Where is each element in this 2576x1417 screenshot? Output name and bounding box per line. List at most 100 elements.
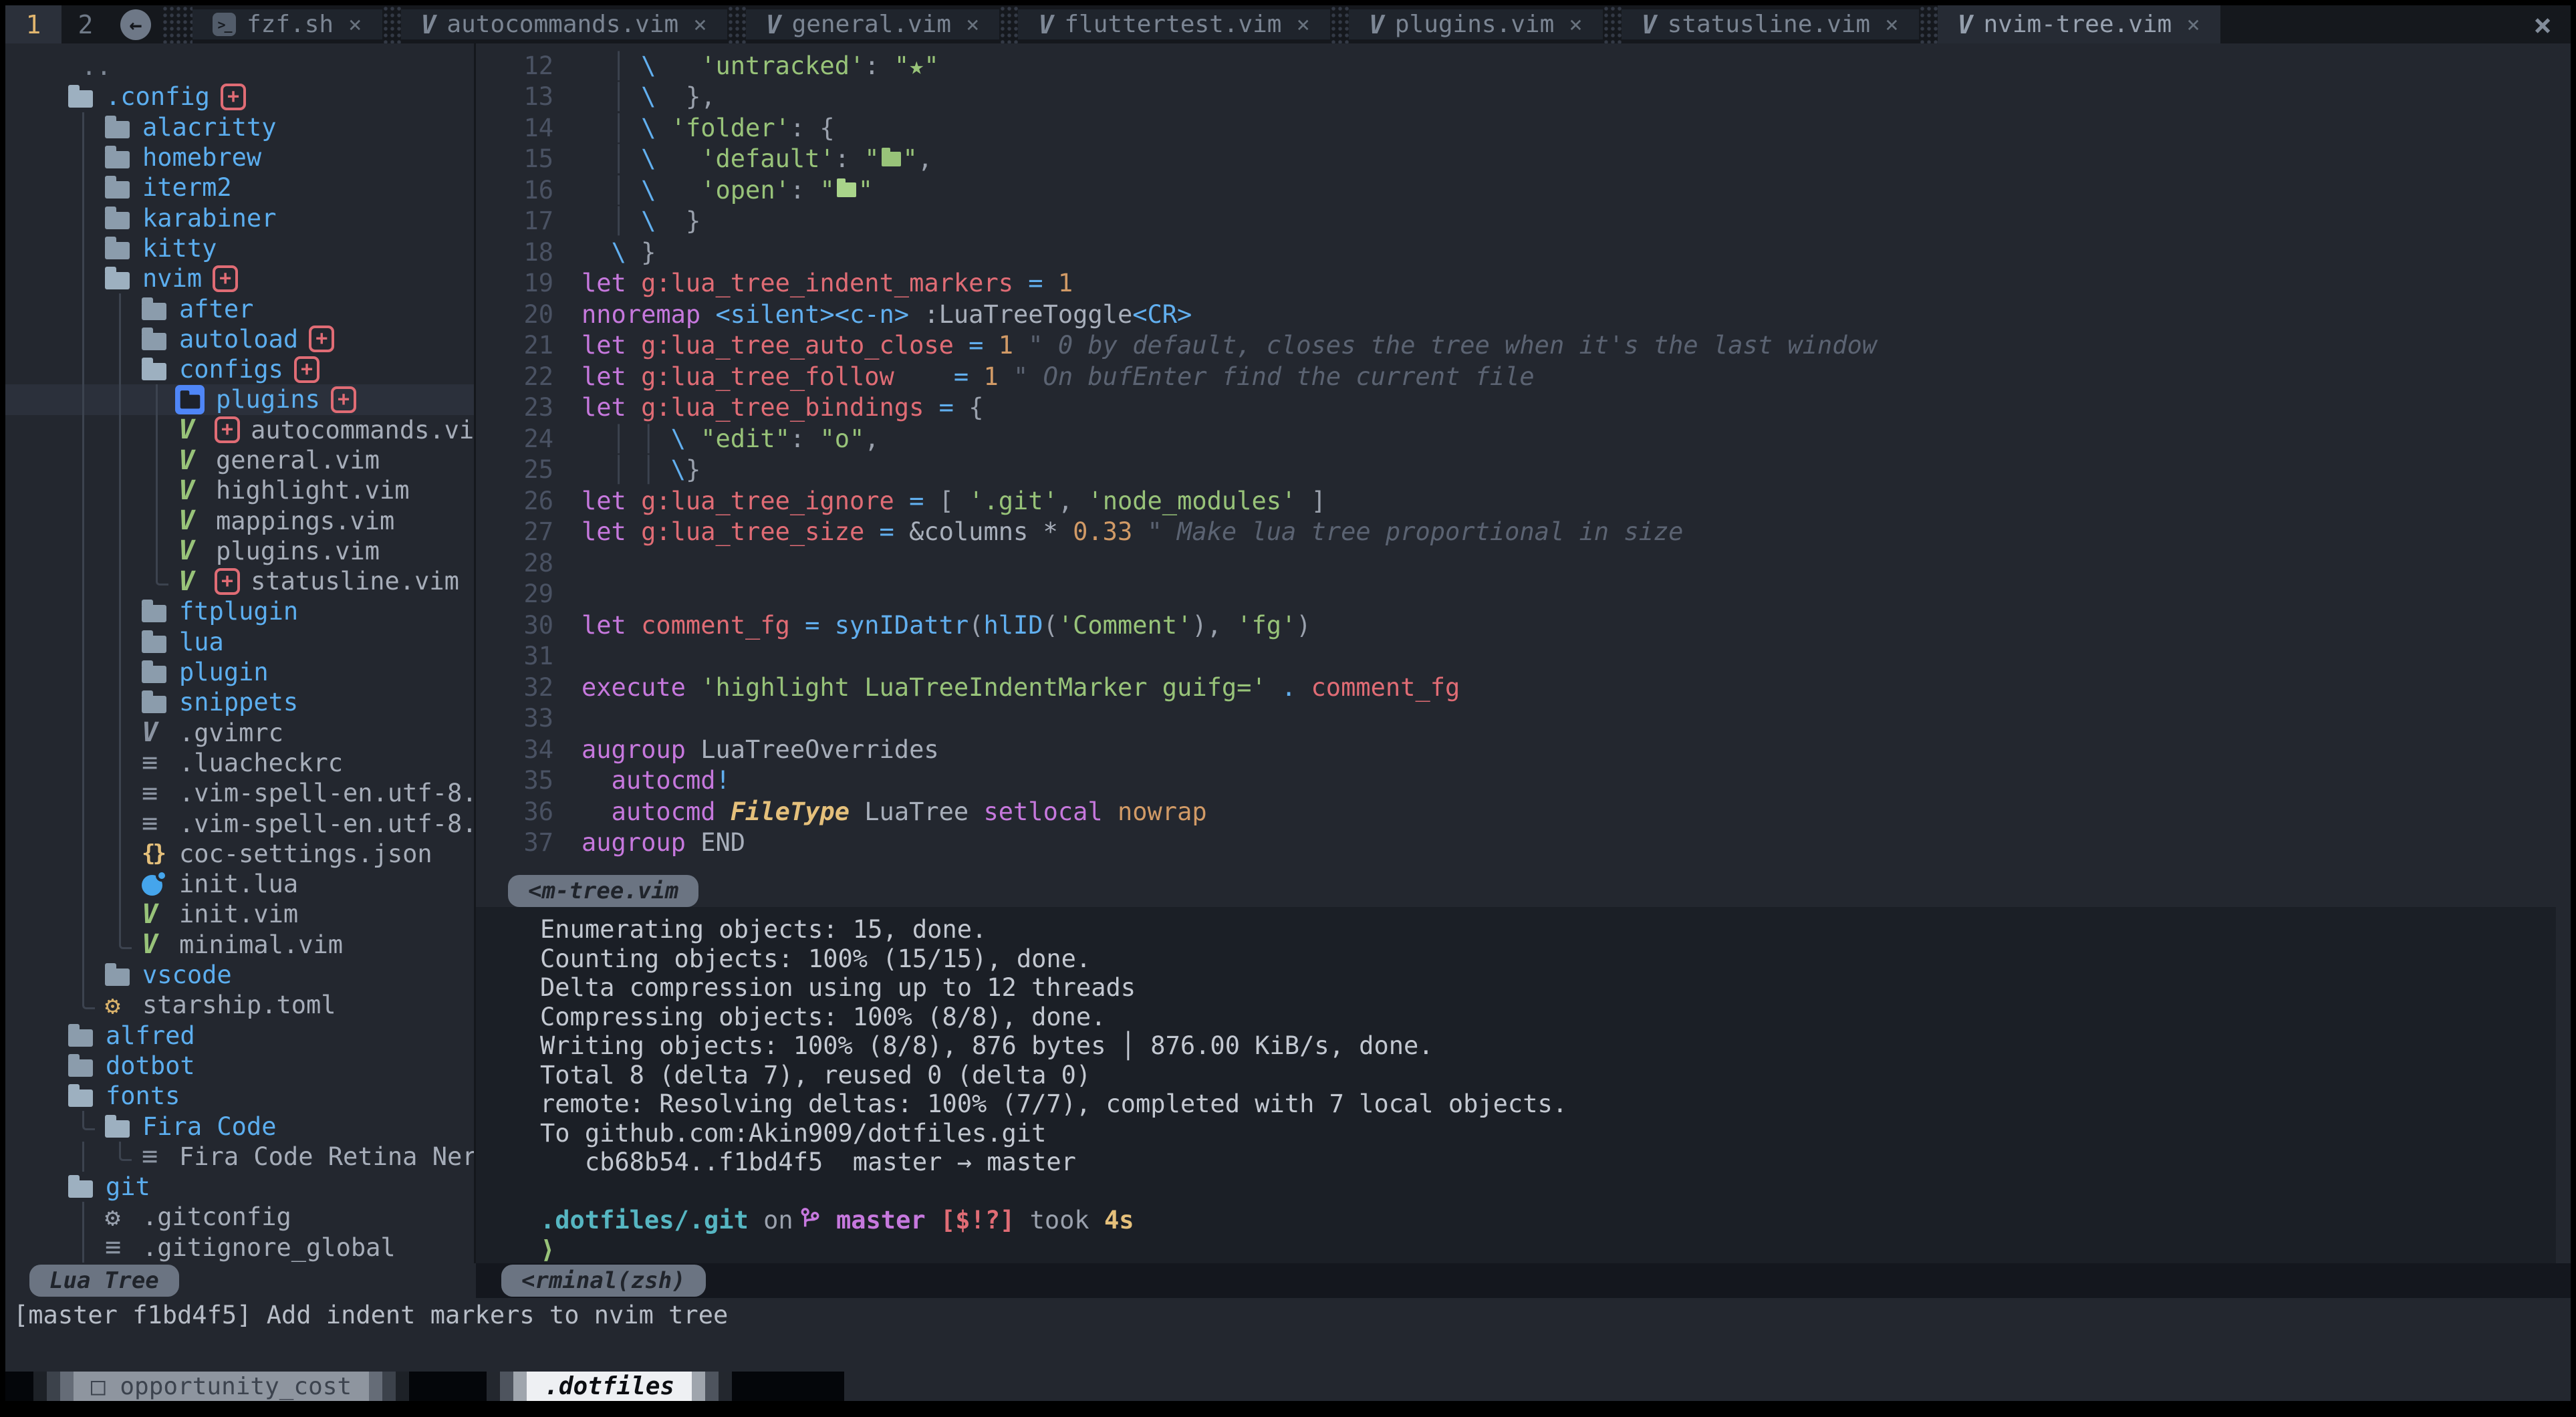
tree-item-lua[interactable]: lua: [5, 627, 474, 657]
tree-item-dotbot[interactable]: dotbot: [5, 1051, 474, 1081]
lua-file-icon: [142, 875, 162, 896]
git-status-badge: +: [213, 265, 238, 292]
tree-item-kitty[interactable]: kitty: [5, 233, 474, 263]
tree-item-coc-settings.json[interactable]: {}coc-settings.json: [5, 839, 474, 869]
tree-item-parent-dir[interactable]: ..: [5, 51, 474, 82]
tree-item-configs[interactable]: configs+: [5, 354, 474, 384]
tree-item-label: lua: [179, 628, 224, 656]
tree-item-starship.toml[interactable]: ⚙starship.toml: [5, 990, 474, 1020]
tree-indent-guide: [68, 475, 105, 505]
tree-item-mappings.vim[interactable]: Vmappings.vim: [5, 505, 474, 535]
tree-item-Fira Code[interactable]: Fira Code: [5, 1111, 474, 1141]
tab-fluttertest.vim[interactable]: Vfluttertest.vim×: [1018, 9, 1329, 39]
tab-general.vim[interactable]: Vgeneral.vim×: [746, 9, 1000, 39]
tree-item-autoload[interactable]: autoload+: [5, 324, 474, 354]
tree-item-iterm2[interactable]: iterm2: [5, 172, 474, 203]
tree-item-snippets[interactable]: snippets: [5, 687, 474, 717]
tree-indent-guide: [68, 112, 105, 142]
tree-item-label: .vim-spell-en.utf-8.: [179, 779, 476, 807]
tab-statusline.vim[interactable]: Vstatusline.vim×: [1622, 9, 1919, 39]
tree-item-ftplugin[interactable]: ftplugin: [5, 596, 474, 626]
tree-item-label: kitty: [142, 234, 217, 263]
tree-item-.config[interactable]: .config+: [5, 82, 474, 112]
line-number: 19: [476, 269, 582, 297]
tree-item-.gitconfig[interactable]: ⚙.gitconfig: [5, 1202, 474, 1232]
fade-stripe: [705, 1372, 719, 1401]
line-number: 22: [476, 362, 582, 391]
tree-indent-guide: [68, 960, 105, 990]
tree-item-homebrew[interactable]: homebrew: [5, 142, 474, 172]
tab-autocommands.vim[interactable]: Vautocommands.vim×: [401, 9, 727, 39]
terminal-output-line: Counting objects: 100% (15/15), done.: [540, 944, 2556, 974]
tree-item-alfred[interactable]: alfred: [5, 1021, 474, 1051]
tree-item-label: minimal.vim: [179, 930, 343, 959]
tmux-window-opportunity_cost[interactable]: □ opportunity_cost: [33, 1372, 409, 1401]
back-arrow-icon[interactable]: ←: [120, 9, 151, 40]
tree-item-plugins[interactable]: plugins+: [5, 384, 474, 414]
json-file-icon: {}: [142, 840, 164, 867]
tree-item-after[interactable]: after: [5, 293, 474, 324]
line-number: 30: [476, 611, 582, 640]
tree-item-.gvimrc[interactable]: V.gvimrc: [5, 718, 474, 748]
tab-close-icon[interactable]: ×: [348, 11, 362, 38]
tree-item-init.lua[interactable]: init.lua: [5, 869, 474, 899]
tab-close-icon[interactable]: ×: [1885, 11, 1898, 38]
code-editor[interactable]: 12 │ \ 'untracked': "★"13 │ \ },14 │ \ '…: [476, 43, 2571, 872]
tree-item-.vim-spell-en.utf-8.[interactable]: ≡.vim-spell-en.utf-8.: [5, 808, 474, 838]
tree-item-plugin[interactable]: plugin: [5, 657, 474, 687]
tree-item-git[interactable]: git: [5, 1172, 474, 1202]
tmux-window-2-indicator[interactable]: 2: [61, 5, 110, 43]
tab-plugins.vim[interactable]: Vplugins.vim×: [1349, 9, 1603, 39]
code-line-20: 20nnoremap <silent><c-n> :LuaTreeToggle<…: [476, 299, 2571, 330]
tmux-window-1-indicator[interactable]: 1: [5, 5, 61, 43]
vim-file-icon: V: [178, 414, 195, 445]
terminal-split[interactable]: Enumerating objects: 15, done.Counting o…: [476, 907, 2556, 1263]
folder-open-icon: [68, 1089, 93, 1107]
tree-icon-cell: V: [142, 717, 178, 748]
tree-item-label: configs: [179, 355, 283, 384]
tree-item-.vim-spell-en.utf-8.[interactable]: ≡.vim-spell-en.utf-8.: [5, 778, 474, 808]
code-line-18: 18 \ }: [476, 237, 2571, 268]
tree-item-minimal.vim[interactable]: Vminimal.vim: [5, 930, 474, 960]
tab-close-icon[interactable]: ×: [966, 11, 979, 38]
tab-close-icon[interactable]: ×: [1569, 11, 1582, 38]
close-icon[interactable]: ×: [2533, 7, 2552, 43]
tree-icon-cell: ⚙: [105, 991, 141, 1020]
tree-item-Fira Code Retina Ner[interactable]: ≡Fira Code Retina Ner: [5, 1142, 474, 1172]
tree-item-label: plugins.vim: [216, 537, 380, 565]
tree-item-label: autocommands.vim: [251, 416, 476, 444]
tree-item-alacritty[interactable]: alacritty: [5, 112, 474, 142]
tab-close-icon[interactable]: ×: [1296, 11, 1309, 38]
code-line-26: 26let g:lua_tree_ignore = [ '.git', 'nod…: [476, 485, 2571, 517]
tree-item-plugins.vim[interactable]: Vplugins.vim: [5, 536, 474, 566]
tree-icon-cell: ≡: [142, 747, 178, 778]
tree-item-.gitignore_global[interactable]: ≡.gitignore_global: [5, 1233, 474, 1263]
terminal-output-line: [540, 1177, 2556, 1206]
tree-item-statusline.vim[interactable]: V+statusline.vim: [5, 566, 474, 596]
vim-file-icon: V: [178, 505, 195, 536]
prompt-cursor-line[interactable]: ⟩: [540, 1235, 2556, 1264]
tree-item-fonts[interactable]: fonts: [5, 1081, 474, 1111]
tree-item-general.vim[interactable]: Vgeneral.vim: [5, 445, 474, 475]
tree-item-highlight.vim[interactable]: Vhighlight.vim: [5, 475, 474, 505]
tree-item-init.vim[interactable]: Vinit.vim: [5, 899, 474, 929]
tab-fzf.sh[interactable]: >_fzf.sh×: [192, 9, 382, 39]
tree-item-.luacheckrc[interactable]: ≡.luacheckrc: [5, 748, 474, 778]
tree-item-nvim[interactable]: nvim+: [5, 263, 474, 293]
tab-nvim-tree.vim[interactable]: Vnvim-tree.vim×: [1938, 5, 2220, 43]
vim-file-icon: V: [178, 475, 195, 506]
tree-item-karabiner[interactable]: karabiner: [5, 203, 474, 233]
tab-close-icon[interactable]: ×: [2186, 11, 2200, 38]
code-line-29: 29: [476, 579, 2571, 610]
tab-close-icon[interactable]: ×: [693, 11, 706, 38]
folder-icon: [105, 181, 130, 199]
code-line-15: 15 │ \ 'default': "",: [476, 144, 2571, 175]
tree-item-autocommands.vim[interactable]: V+autocommands.vim: [5, 415, 474, 445]
code-line-21: 21let g:lua_tree_auto_close = 1 " 0 by d…: [476, 330, 2571, 362]
tmux-window-.dotfiles[interactable]: .dotfiles: [487, 1372, 732, 1401]
line-number: 26: [476, 487, 582, 515]
tree-item-vscode[interactable]: vscode: [5, 960, 474, 990]
folder-icon: [105, 151, 130, 168]
folder-icon: [105, 121, 130, 138]
tree-item-label: ..: [82, 52, 112, 81]
